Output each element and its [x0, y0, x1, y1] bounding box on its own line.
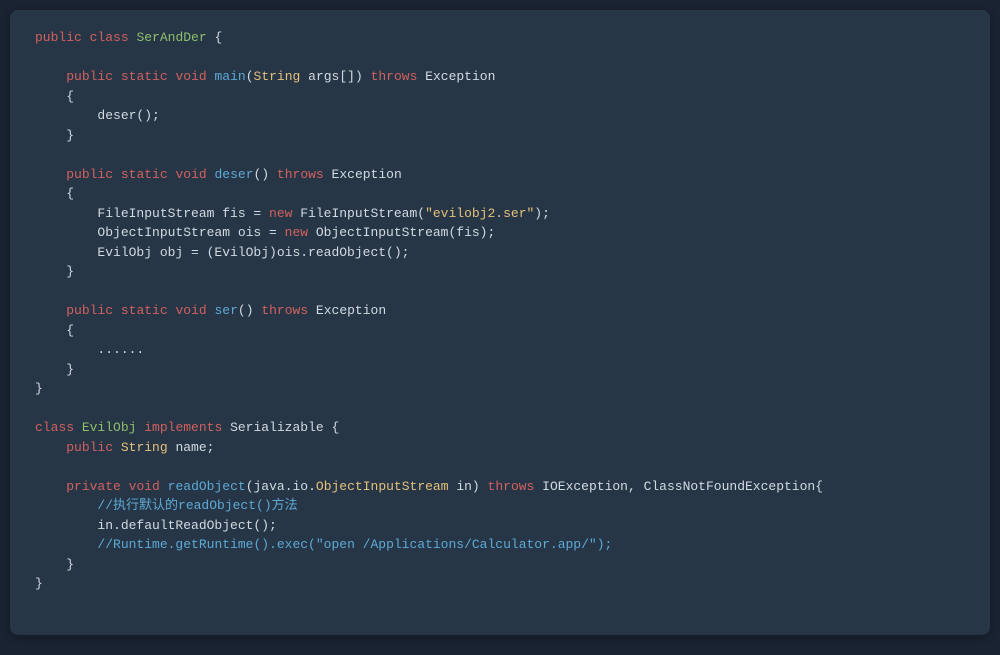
code-content: public class SerAndDer { public static v…	[35, 30, 823, 591]
code-block: public class SerAndDer { public static v…	[10, 10, 990, 635]
